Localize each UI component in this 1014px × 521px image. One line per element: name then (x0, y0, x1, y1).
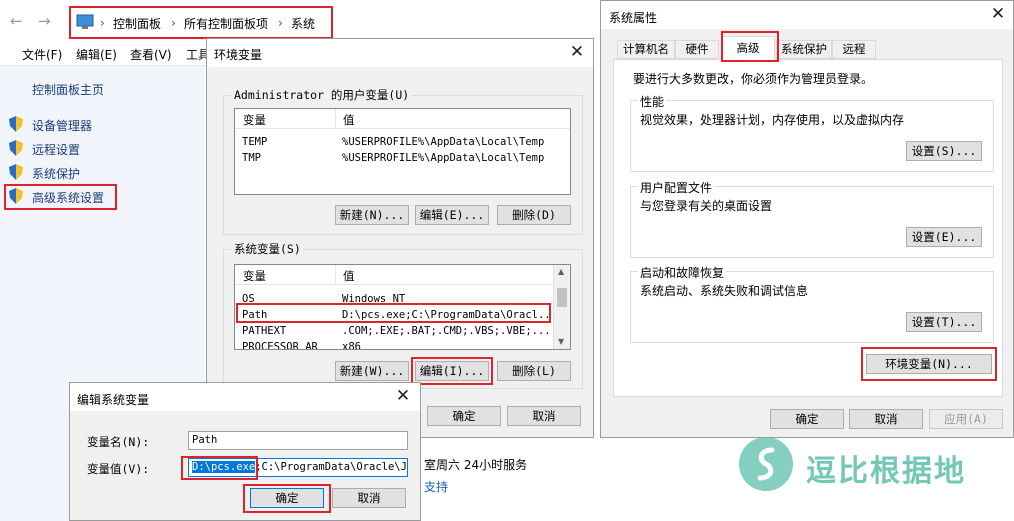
scroll-up-icon[interactable]: ▲ (558, 267, 564, 276)
tab-system-protection[interactable]: 系统保护 (776, 40, 832, 59)
list-item[interactable]: TMP %USERPROFILE%\AppData\Local\Temp (235, 151, 570, 166)
shield-icon (9, 140, 23, 156)
sysprops-titlebar: 系统属性 ✕ (601, 1, 1013, 29)
var-name: PROCESSOR_AR (242, 341, 318, 350)
shield-icon (9, 164, 23, 180)
vertical-scrollbar[interactable]: ▲ ▼ (553, 265, 570, 349)
watermark-logo (736, 434, 796, 494)
highlight-edit-ok-button (243, 484, 331, 513)
tab-computer-name[interactable]: 计算机名 (617, 40, 675, 59)
sidebar-home[interactable]: 控制面板主页 (32, 81, 104, 98)
user-profile-title: 用户配置文件 (638, 179, 715, 196)
sidebar-item-label: 远程设置 (32, 143, 81, 157)
system-new-button[interactable]: 新建(W)... (335, 361, 409, 381)
var-name: TEMP (242, 136, 268, 148)
sidebar-item-label: 设备管理器 (32, 119, 93, 133)
edit-variable-dialog: 编辑系统变量 ✕ 变量名(N): Path 变量值(V): D:\pcs.exe… (69, 382, 421, 521)
forward-arrow-icon[interactable]: → (38, 12, 51, 30)
var-value: .COM;.EXE;.BAT;.CMD;.VBS;.VBE;... (342, 325, 551, 337)
variable-value-label: 变量值(V): (87, 462, 150, 476)
column-header-variable[interactable]: 变量 (243, 112, 266, 128)
list-item[interactable]: PATHEXT .COM;.EXE;.BAT;.CMD;.VBS;.VBE;..… (235, 324, 553, 339)
system-properties-dialog: 系统属性 ✕ 计算机名 硬件 高级 系统保护 远程 要进行大多数更改，你必须作为… (600, 0, 1014, 438)
highlight-edit-button (411, 357, 493, 385)
highlight-path-row (236, 303, 551, 323)
highlight-advanced-tab (721, 31, 779, 62)
startup-recovery-settings-button[interactable]: 设置(T)... (906, 312, 982, 332)
sysprops-apply-button[interactable]: 应用(A) (929, 409, 1003, 429)
menu-edit[interactable]: 编辑(E) (76, 46, 117, 63)
performance-desc: 视觉效果，处理器计划，内存使用，以及虚拟内存 (640, 113, 905, 127)
close-icon[interactable]: ✕ (989, 5, 1007, 23)
user-edit-button[interactable]: 编辑(E)... (415, 205, 489, 225)
system-delete-button[interactable]: 删除(L) (497, 361, 571, 381)
list-item[interactable]: PROCESSOR_AR x86 (235, 340, 553, 350)
menu-bar: 文件(F) 编辑(E) 查看(V) 工具 (0, 42, 215, 66)
sysprops-ok-button[interactable]: 确定 (770, 409, 844, 429)
highlight-advanced-settings (4, 184, 117, 210)
performance-title: 性能 (638, 93, 667, 110)
close-icon[interactable]: ✕ (394, 387, 412, 405)
scrollbar-thumb[interactable] (557, 288, 567, 307)
menu-file[interactable]: 文件(F) (22, 46, 62, 63)
highlight-selected-value (181, 456, 258, 480)
performance-settings-button[interactable]: 设置(S)... (906, 141, 982, 161)
variable-name-label: 变量名(N): (87, 435, 150, 449)
user-vars-list[interactable]: 变量 值 TEMP %USERPROFILE%\AppData\Local\Te… (234, 108, 571, 195)
highlight-address-bar (69, 6, 333, 39)
sysprops-title: 系统属性 (609, 11, 658, 25)
env-dialog-titlebar: 环境变量 ✕ (207, 39, 593, 67)
sidebar-item-protection[interactable]: 系统保护 (8, 164, 198, 182)
var-name: PATHEXT (242, 325, 287, 337)
user-new-button[interactable]: 新建(N)... (335, 205, 409, 225)
tab-remote[interactable]: 远程 (832, 40, 876, 59)
support-link[interactable]: 支持 (424, 478, 448, 495)
env-cancel-button[interactable]: 取消 (507, 406, 581, 426)
scroll-down-icon[interactable]: ▼ (558, 337, 564, 346)
close-icon[interactable]: ✕ (568, 43, 586, 61)
highlight-env-vars-button (861, 347, 997, 381)
sidebar-item-label: 系统保护 (32, 167, 81, 181)
user-profile-settings-button[interactable]: 设置(E)... (906, 227, 982, 247)
edit-dialog-title: 编辑系统变量 (77, 393, 150, 407)
support-hours-text: 室周六 24小时服务 (424, 458, 528, 472)
system-vars-label: 系统变量(S) (231, 241, 304, 257)
env-dialog-title: 环境变量 (214, 48, 263, 62)
env-ok-button[interactable]: 确定 (427, 406, 501, 426)
shield-icon (9, 116, 23, 132)
var-name: TMP (242, 152, 261, 164)
sysprops-cancel-button[interactable]: 取消 (849, 409, 923, 429)
admin-note: 要进行大多数更改，你必须作为管理员登录。 (633, 72, 874, 86)
edit-cancel-button[interactable]: 取消 (332, 488, 406, 508)
user-delete-button[interactable]: 删除(D) (497, 205, 571, 225)
startup-recovery-desc: 系统启动、系统失败和调试信息 (640, 284, 809, 298)
variable-name-value: Path (192, 434, 218, 446)
column-header-variable[interactable]: 变量 (243, 268, 266, 284)
var-value: x86 (342, 341, 361, 350)
env-vars-dialog: 环境变量 ✕ Administrator 的用户变量(U) 变量 值 TEMP … (206, 38, 594, 438)
user-profile-desc: 与您登录有关的桌面设置 (640, 199, 773, 213)
variable-name-field[interactable]: Path (188, 431, 408, 450)
remaining-value-text: ;C:\ProgramData\Oracle\Jav (255, 461, 408, 473)
s-leaf-logo-icon (739, 437, 793, 491)
sidebar-item-remote[interactable]: 远程设置 (8, 140, 198, 158)
startup-recovery-title: 启动和故障恢复 (638, 264, 727, 281)
tab-hardware[interactable]: 硬件 (675, 40, 719, 59)
user-vars-header: 变量 值 (235, 109, 570, 129)
watermark-text: 逗比根据地 (806, 454, 966, 489)
sidebar-item-device-manager[interactable]: 设备管理器 (8, 116, 198, 134)
var-value: %USERPROFILE%\AppData\Local\Temp (342, 152, 545, 164)
column-header-value[interactable]: 值 (343, 268, 355, 284)
list-item[interactable]: TEMP %USERPROFILE%\AppData\Local\Temp (235, 135, 570, 150)
var-value: %USERPROFILE%\AppData\Local\Temp (342, 136, 545, 148)
user-vars-label: Administrator 的用户变量(U) (231, 87, 413, 103)
back-arrow-icon[interactable]: ← (10, 12, 23, 30)
column-header-value[interactable]: 值 (343, 112, 355, 128)
menu-view[interactable]: 查看(V) (130, 46, 172, 63)
advanced-tab-page: 要进行大多数更改，你必须作为管理员登录。 性能 视觉效果，处理器计划，内存使用，… (613, 59, 1003, 397)
system-vars-header: 变量 值 (235, 265, 570, 285)
edit-dialog-titlebar: 编辑系统变量 ✕ (70, 383, 420, 411)
